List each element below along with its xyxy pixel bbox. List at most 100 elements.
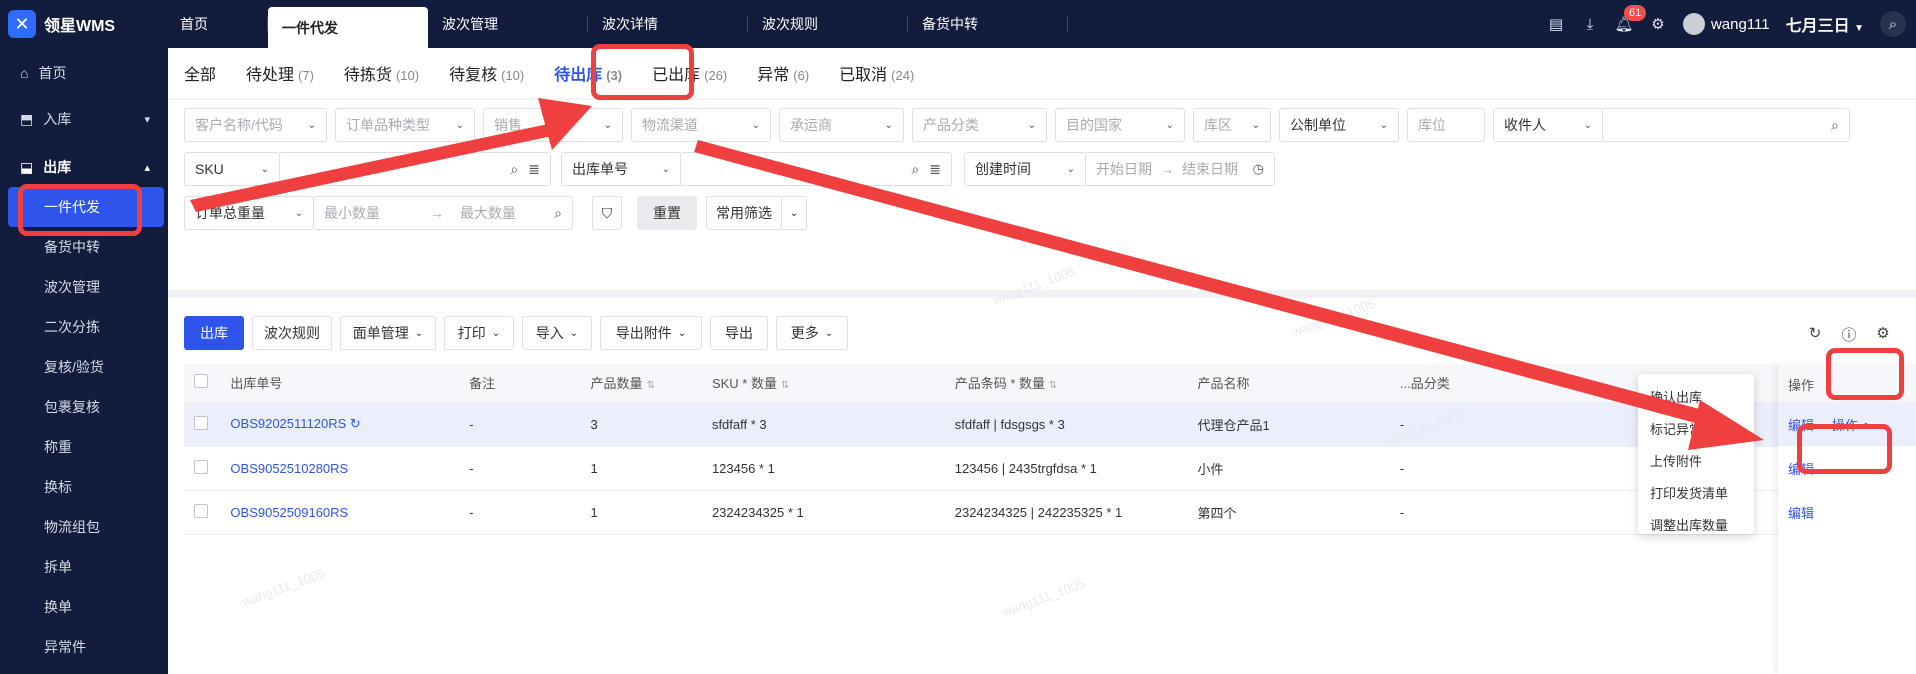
menu-item-mark-exception[interactable]: 标记异常 xyxy=(1638,412,1754,444)
location-input[interactable]: 库位 xyxy=(1407,108,1485,142)
select-all-cell[interactable] xyxy=(184,364,221,403)
order-type-select[interactable]: 订单品种类型 ⌄ xyxy=(335,108,475,142)
sales-select[interactable]: 销售... ⌄ xyxy=(483,108,623,142)
weight-select[interactable]: 订单总重量 ⌄ xyxy=(184,196,314,230)
app-logo[interactable]: ✕ 领星WMS xyxy=(8,10,115,38)
menu-item-upload-attachment[interactable]: 上传附件 xyxy=(1638,444,1754,476)
zone-select[interactable]: 库区 ⌄ xyxy=(1193,108,1271,142)
notification-badge: 61 xyxy=(1623,5,1647,21)
sidebar-item-label: 首页 xyxy=(38,65,67,81)
sidebar-item-outbound[interactable]: ⬓ 出库 ▴ xyxy=(0,147,168,187)
filter-toggle-button[interactable]: ⛉ xyxy=(592,196,622,230)
tab-to-pick[interactable]: 待拣货 (10) xyxy=(344,61,419,85)
order-no-input[interactable]: ⌕ ≣ xyxy=(680,152,952,186)
settings-icon[interactable]: ⚙ xyxy=(1874,324,1892,342)
help-icon[interactable]: ⓘ xyxy=(1840,324,1858,344)
recipient-select[interactable]: 收件人 ⌄ xyxy=(1493,108,1603,142)
annotation-box xyxy=(18,184,142,236)
sku-select[interactable]: SKU ⌄ xyxy=(184,152,280,186)
time-type-select[interactable]: 创建时间 ⌄ xyxy=(964,152,1086,186)
select-all-checkbox[interactable] xyxy=(194,374,208,389)
search-icon[interactable]: ⌕ xyxy=(1880,11,1906,37)
chevron-down-icon: ⌄ xyxy=(307,119,316,131)
col-barcode[interactable]: 产品条码 * 数量 ⇅ xyxy=(944,364,1188,403)
order-link[interactable]: OBS9202511120RS xyxy=(230,416,346,431)
export-button[interactable]: 导出 xyxy=(710,316,768,350)
country-select[interactable]: 目的国家 ⌄ xyxy=(1055,108,1185,142)
sidebar-sub-review[interactable]: 复核/验货 xyxy=(0,347,168,387)
sort-icon[interactable]: ⇅ xyxy=(647,380,655,391)
user-menu[interactable]: wang111 xyxy=(1682,13,1770,35)
outbound-button[interactable]: 出库 xyxy=(184,316,244,350)
tab-count: (7) xyxy=(298,68,314,83)
export-attachment-button[interactable]: 导出附件 ⌄ xyxy=(600,316,702,350)
logistics-channel-select[interactable]: 物流渠道 ⌄ xyxy=(631,108,771,142)
sidebar-sub-split[interactable]: 拆单 xyxy=(0,547,168,587)
tab-cancelled[interactable]: 已取消 (24) xyxy=(839,61,914,85)
download-icon[interactable]: ⤓ xyxy=(1581,15,1599,33)
order-link[interactable]: OBS9052510280RS xyxy=(230,461,348,476)
refresh-icon[interactable]: ↻ xyxy=(1806,324,1824,342)
note-cell: - xyxy=(459,446,581,491)
sidebar-sub-secondary-sort[interactable]: 二次分拣 xyxy=(0,307,168,347)
print-button[interactable]: 打印 ⌄ xyxy=(444,316,514,350)
sidebar-sub-exception[interactable]: 异常件 xyxy=(0,627,168,667)
bell-icon[interactable]: 🔔︎ 61 xyxy=(1614,5,1647,33)
select-placeholder: 库区 xyxy=(1204,117,1232,133)
wave-rules-button[interactable]: 波次规则 xyxy=(252,316,332,350)
more-button[interactable]: 更多 ⌄ xyxy=(776,316,848,350)
label-management-button[interactable]: 面单管理 ⌄ xyxy=(340,316,436,350)
sidebar-sub-logistics-pack[interactable]: 物流组包 xyxy=(0,507,168,547)
sidebar-item-home[interactable]: ⌂ 首页 xyxy=(0,53,168,93)
tab-all[interactable]: 全部 xyxy=(184,61,216,85)
gear-icon[interactable]: ⚙ xyxy=(1649,15,1667,33)
sort-icon[interactable]: ⇅ xyxy=(781,380,789,391)
tab-pending[interactable]: 待处理 (7) xyxy=(246,61,314,85)
date-selector[interactable]: 七月三日 ▼ xyxy=(1786,12,1864,36)
sidebar-item-inbound[interactable]: ⬒ 入库 ▾ xyxy=(0,99,168,139)
inbox-icon[interactable]: ▤ xyxy=(1547,15,1565,33)
search-icon: ⌕ xyxy=(554,204,562,221)
menu-item-adjust-qty[interactable]: 调整出库数量 xyxy=(1638,508,1754,540)
top-tab-wave-detail[interactable]: 波次详情 xyxy=(588,0,748,48)
row-checkbox[interactable] xyxy=(194,415,208,430)
product-category-select[interactable]: 产品分类 ⌄ xyxy=(912,108,1047,142)
top-tab-home[interactable]: 首页 xyxy=(166,0,268,48)
common-filter-button[interactable]: 常用筛选 xyxy=(706,196,782,230)
common-filter-dropdown[interactable]: ⌄ xyxy=(781,196,807,230)
list-icon[interactable]: ≣ xyxy=(929,161,941,178)
header-label: SKU * 数量 xyxy=(711,376,777,392)
customer-select[interactable]: 客户名称/代码 ⌄ xyxy=(184,108,327,142)
sidebar-sub-weigh[interactable]: 称重 xyxy=(0,427,168,467)
top-tab-wave-rules[interactable]: 波次规则 xyxy=(748,0,908,48)
import-button[interactable]: 导入 ⌄ xyxy=(522,316,592,350)
sidebar-sub-swap[interactable]: 换单 xyxy=(0,587,168,627)
edit-link[interactable]: 编辑 xyxy=(1788,503,1814,522)
col-qty[interactable]: 产品数量 ⇅ xyxy=(580,364,702,403)
top-tab-dropship[interactable]: 一件代发 xyxy=(268,7,428,48)
row-checkbox[interactable] xyxy=(194,459,208,474)
menu-item-confirm-outbound[interactable]: 确认出库 xyxy=(1638,380,1754,412)
sort-icon[interactable]: ⇅ xyxy=(1049,380,1057,391)
sku-input[interactable]: ⌕ ≣ xyxy=(279,152,551,186)
reset-button[interactable]: 重置 xyxy=(637,196,697,230)
recipient-input[interactable]: ⌕ xyxy=(1602,108,1850,142)
carrier-select[interactable]: 承运商 ⌄ xyxy=(779,108,904,142)
order-no-select[interactable]: 出库单号 ⌄ xyxy=(561,152,681,186)
tab-exception[interactable]: 异常 (6) xyxy=(757,61,809,85)
top-tab-wave[interactable]: 波次管理 xyxy=(428,0,588,48)
sidebar-sub-wave[interactable]: 波次管理 xyxy=(0,267,168,307)
top-tab-stock-transfer[interactable]: 备货中转 xyxy=(908,0,1068,48)
sidebar-sub-package-review[interactable]: 包裹复核 xyxy=(0,387,168,427)
order-link[interactable]: OBS9052509160RS xyxy=(230,505,348,520)
unit-select[interactable]: 公制单位 ⌄ xyxy=(1279,108,1399,142)
tab-to-review[interactable]: 待复核 (10) xyxy=(449,61,524,85)
sidebar-sub-relabel[interactable]: 换标 xyxy=(0,467,168,507)
menu-item-print-packing-list[interactable]: 打印发货清单 xyxy=(1638,476,1754,508)
row-checkbox[interactable] xyxy=(194,503,208,518)
qty-range-input[interactable]: 最小数量 → 最大数量 ⌕ xyxy=(313,196,573,230)
refresh-icon[interactable]: ↻ xyxy=(350,416,361,431)
date-range-picker[interactable]: 开始日期 → 结束日期 ◷ xyxy=(1085,152,1275,186)
list-icon[interactable]: ≣ xyxy=(528,161,540,178)
col-sku[interactable]: SKU * 数量 ⇅ xyxy=(701,364,945,403)
